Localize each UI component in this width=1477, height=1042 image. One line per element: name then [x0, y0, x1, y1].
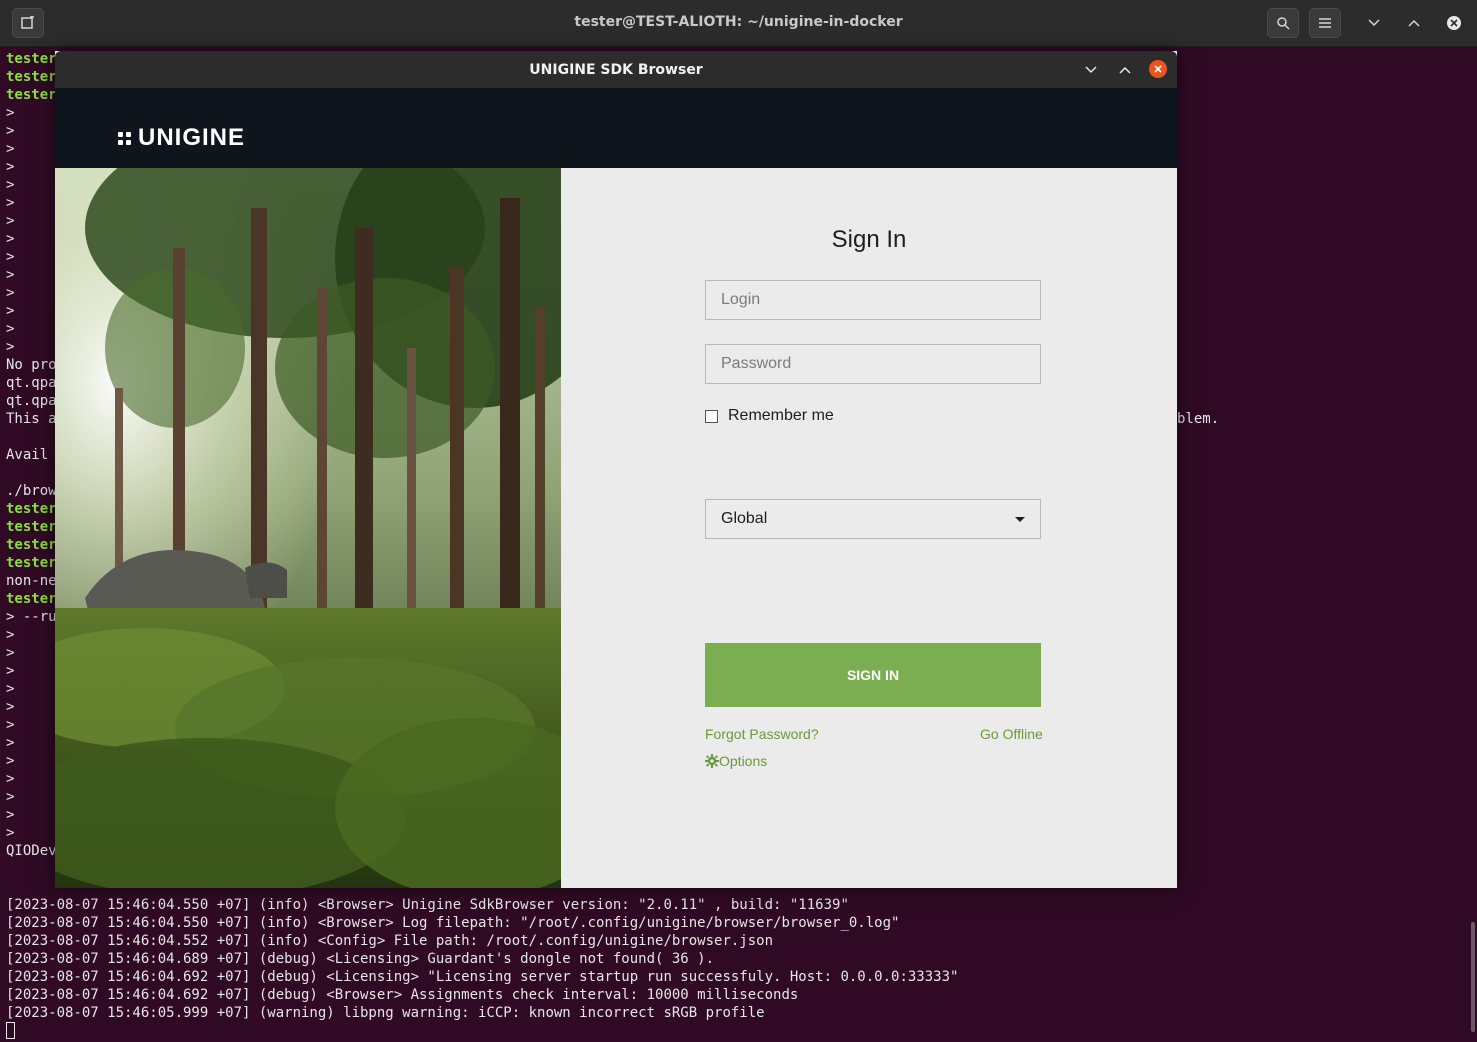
- terminal-line: >: [6, 231, 15, 247]
- dropdown-caret-icon: [1015, 516, 1025, 522]
- terminal-line: >: [6, 267, 15, 283]
- terminal-line: >: [6, 213, 15, 229]
- chevron-down-icon: [1368, 19, 1380, 27]
- terminal-line: >: [6, 789, 15, 805]
- terminal-line: >: [6, 159, 15, 175]
- terminal-line: >: [6, 195, 15, 211]
- close-button[interactable]: [1438, 8, 1470, 38]
- terminal-log-line: [2023-08-07 15:46:04.692 +07] (debug) <B…: [6, 987, 799, 1003]
- terminal-log-line: [2023-08-07 15:46:04.550 +07] (info) <Br…: [6, 897, 849, 913]
- terminal-line: >: [6, 105, 15, 121]
- terminal-line: >: [6, 339, 15, 355]
- options-label: Options: [719, 753, 768, 769]
- terminal-line: >: [6, 321, 15, 337]
- search-button[interactable]: [1267, 8, 1299, 38]
- terminal-line: > --ru: [6, 609, 57, 625]
- app-titlebar: UNIGINE SDK Browser: [55, 51, 1177, 88]
- terminal-line: >: [6, 663, 15, 679]
- remember-me-checkbox[interactable]: [705, 409, 718, 423]
- password-input[interactable]: [705, 344, 1041, 384]
- terminal-log-line: [2023-08-07 15:46:05.999 +07] (warning) …: [6, 1005, 765, 1021]
- terminal-line: >: [6, 141, 15, 157]
- terminal-line: >: [6, 249, 15, 265]
- chevron-up-icon: [1408, 19, 1420, 27]
- terminal-line: >: [6, 717, 15, 733]
- logo-dots-icon: [118, 131, 131, 145]
- terminal-line: QIODev: [6, 843, 57, 859]
- login-input[interactable]: [705, 280, 1041, 320]
- terminal-log-line: [2023-08-07 15:46:04.689 +07] (debug) <L…: [6, 951, 715, 967]
- menu-button[interactable]: [1309, 8, 1341, 38]
- signin-panel: Sign In Remember me Global SIGN IN Forgo…: [561, 168, 1177, 888]
- terminal-line: >: [6, 627, 15, 643]
- app-header: UNIGINE: [55, 88, 1177, 168]
- terminal-line: >: [6, 825, 15, 841]
- terminal-line: >: [6, 753, 15, 769]
- unigine-logo: UNIGINE: [118, 124, 245, 152]
- terminal-scrollbar[interactable]: [1471, 922, 1475, 1032]
- signin-heading: Sign In: [831, 226, 907, 253]
- terminal-line: tester: [6, 69, 57, 85]
- logo-text: UNIGINE: [138, 124, 246, 151]
- terminal-line: qt.qpa: [6, 375, 57, 391]
- terminal-line: >: [6, 699, 15, 715]
- terminal-log-line: [2023-08-07 15:46:04.550 +07] (info) <Br…: [6, 915, 900, 931]
- remember-me-label: Remember me: [728, 407, 834, 424]
- go-offline-link[interactable]: Go Offline: [980, 726, 1043, 742]
- close-icon: [1447, 16, 1461, 30]
- terminal-line: tester: [6, 537, 57, 553]
- terminal-titlebar: tester@TEST-ALIOTH: ~/unigine-in-docker: [0, 0, 1477, 47]
- terminal-line: >: [6, 123, 15, 139]
- chevron-up-icon: [1119, 66, 1131, 74]
- forest-image: [55, 168, 561, 888]
- terminal-line: tester: [6, 591, 57, 607]
- remember-me-row[interactable]: Remember me: [705, 407, 834, 425]
- terminal-line: This a: [6, 411, 57, 427]
- app-maximize-button[interactable]: [1115, 60, 1135, 80]
- app-close-button[interactable]: [1149, 60, 1167, 78]
- terminal-line: qt.qpa: [6, 393, 57, 409]
- terminal-line: tester: [6, 555, 57, 571]
- terminal-line: tester: [6, 51, 57, 67]
- terminal-log-line: [2023-08-07 15:46:04.552 +07] (info) <Co…: [6, 933, 774, 949]
- terminal-line: >: [6, 735, 15, 751]
- terminal-line: tester: [6, 519, 57, 535]
- terminal-line: tester: [6, 87, 57, 103]
- terminal-cursor: [6, 1022, 15, 1039]
- chevron-down-icon: [1085, 66, 1097, 74]
- terminal-line: non-ne: [6, 573, 57, 589]
- terminal-line: No pro: [6, 357, 57, 373]
- terminal-line: >: [6, 177, 15, 193]
- server-select[interactable]: Global: [705, 499, 1041, 539]
- app-minimize-button[interactable]: [1081, 60, 1101, 80]
- terminal-line: ./brow: [6, 483, 57, 499]
- maximize-button[interactable]: [1398, 8, 1430, 38]
- terminal-title: tester@TEST-ALIOTH: ~/unigine-in-docker: [574, 14, 903, 30]
- search-icon: [1277, 17, 1290, 30]
- close-icon: [1154, 65, 1162, 73]
- terminal-line: >: [6, 771, 15, 787]
- terminal-line: >: [6, 807, 15, 823]
- sdk-browser-window: UNIGINE SDK Browser UNIGINE Sign In Logi…: [55, 51, 1177, 888]
- terminal-line: >: [6, 681, 15, 697]
- terminal-line: >: [6, 285, 15, 301]
- server-select-value: Global: [721, 510, 768, 527]
- terminal-log-line: [2023-08-07 15:46:04.692 +07] (debug) <L…: [6, 969, 959, 985]
- gear-icon: [705, 754, 719, 768]
- terminal-line: >: [6, 645, 15, 661]
- terminal-line-tail: blem.: [1177, 411, 1220, 427]
- hamburger-icon: [1319, 18, 1331, 28]
- app-title: UNIGINE SDK Browser: [529, 62, 703, 78]
- signin-button-label: SIGN IN: [846, 667, 900, 683]
- forgot-password-link[interactable]: Forgot Password?: [705, 726, 819, 742]
- terminal-line: tester: [6, 501, 57, 517]
- signin-button[interactable]: SIGN IN: [705, 643, 1041, 707]
- minimize-button[interactable]: [1358, 8, 1390, 38]
- terminal-line: Avail: [6, 447, 49, 463]
- options-link[interactable]: Options: [705, 753, 767, 769]
- terminal-line: >: [6, 303, 15, 319]
